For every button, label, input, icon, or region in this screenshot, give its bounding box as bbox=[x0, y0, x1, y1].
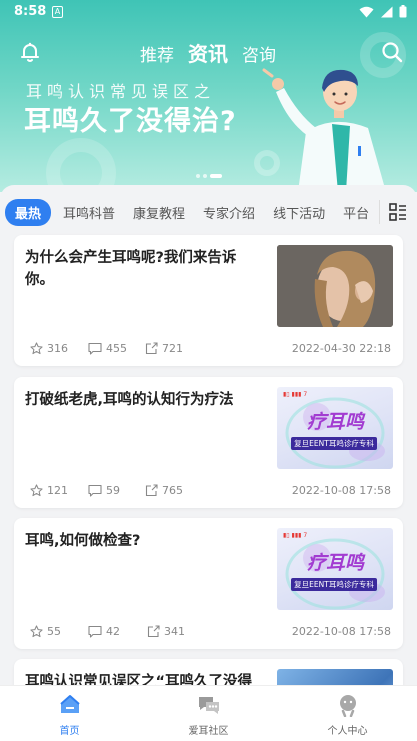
wifi-icon bbox=[359, 6, 374, 17]
category-bar: 最热 耳鸣科普 康复教程 专家介绍 线下活动 平台 bbox=[0, 197, 417, 227]
category-offline-events[interactable]: 线下活动 bbox=[267, 199, 331, 226]
comment-count: 42 bbox=[106, 625, 120, 638]
star-icon bbox=[30, 625, 43, 638]
category-divider bbox=[379, 200, 380, 224]
article-thumbnail: ▮▯ ▮▮▮ 7 疗耳鸣 复旦EENT耳鸣诊疗专科 bbox=[277, 387, 393, 469]
battery-icon bbox=[399, 5, 407, 18]
like-count: 121 bbox=[47, 484, 68, 497]
promo-title: 疗耳鸣 bbox=[307, 411, 365, 433]
article-title: 打破纸老虎,耳鸣的认知行为疗法 bbox=[25, 392, 234, 408]
share-count: 765 bbox=[162, 484, 183, 497]
bell-icon[interactable] bbox=[18, 40, 42, 64]
like-stat[interactable]: 55 bbox=[30, 625, 61, 638]
like-stat[interactable]: 121 bbox=[30, 484, 68, 497]
article-date: 2022-04-30 22:18 bbox=[291, 342, 391, 355]
profile-icon bbox=[339, 695, 356, 717]
pager-dot bbox=[196, 174, 200, 178]
top-tabs: 推荐 资讯 咨询 bbox=[140, 38, 276, 67]
grid-list-icon[interactable] bbox=[389, 203, 407, 221]
article-stats: 121 59 765 bbox=[30, 484, 183, 497]
comment-icon bbox=[88, 342, 102, 355]
doctor-illustration bbox=[262, 68, 386, 192]
promo-title: 疗耳鸣 bbox=[307, 552, 365, 574]
category-platform[interactable]: 平台 bbox=[337, 199, 375, 226]
tab-recommend[interactable]: 推荐 bbox=[140, 41, 174, 66]
comment-stat[interactable]: 42 bbox=[88, 625, 120, 638]
promo-logo: ▮▯ ▮▮▮ 7 bbox=[283, 391, 308, 398]
category-rehab-tutorial[interactable]: 康复教程 bbox=[127, 199, 191, 226]
promo-band: 复旦EENT耳鸣诊疗专科 bbox=[291, 437, 377, 450]
share-stat[interactable]: 341 bbox=[147, 625, 185, 638]
status-time: 8:58 bbox=[14, 4, 47, 19]
banner-headline: 耳鸣久了没得治? bbox=[24, 106, 237, 137]
comment-stat[interactable]: 59 bbox=[88, 484, 120, 497]
tab-news[interactable]: 资讯 bbox=[188, 38, 228, 67]
share-stat[interactable]: 721 bbox=[145, 342, 183, 355]
bottom-tab-bar: 首页 爱耳社区 个人中心 bbox=[0, 685, 417, 741]
star-icon bbox=[30, 342, 43, 355]
sim-card-icon: A bbox=[52, 6, 63, 18]
tab-community[interactable]: 爱耳社区 bbox=[139, 686, 278, 741]
status-bar: 8:58 A bbox=[0, 0, 417, 24]
comment-icon bbox=[88, 625, 102, 638]
search-icon[interactable] bbox=[380, 40, 404, 64]
tab-community-label: 爱耳社区 bbox=[188, 726, 229, 737]
woman-ear-photo bbox=[277, 245, 393, 327]
news-content: 最热 耳鸣科普 康复教程 专家介绍 线下活动 平台 为什么会产生耳鸣呢?我们来告… bbox=[0, 185, 417, 695]
article-card[interactable]: 为什么会产生耳鸣呢?我们来告诉你。 316 455 721 2022-04-30… bbox=[14, 235, 403, 366]
comment-icon bbox=[88, 484, 102, 497]
article-date: 2022-10-08 17:58 bbox=[291, 625, 391, 638]
banner-pager bbox=[196, 174, 222, 178]
share-icon bbox=[145, 342, 158, 355]
comment-stat[interactable]: 455 bbox=[88, 342, 127, 355]
signal-icon bbox=[381, 6, 393, 17]
decor-ring bbox=[46, 138, 116, 192]
like-count: 55 bbox=[47, 625, 61, 638]
category-list: 最热 耳鸣科普 康复教程 专家介绍 线下活动 平台 bbox=[5, 197, 378, 227]
pager-dot-active bbox=[210, 174, 222, 178]
home-icon bbox=[59, 695, 80, 713]
category-hot[interactable]: 最热 bbox=[5, 198, 52, 226]
article-stats: 55 42 341 bbox=[30, 625, 185, 638]
tab-home[interactable]: 首页 bbox=[0, 686, 139, 741]
article-date: 2022-10-08 17:58 bbox=[291, 484, 391, 497]
star-icon bbox=[30, 484, 43, 497]
article-card[interactable]: 打破纸老虎,耳鸣的认知行为疗法 ▮▯ ▮▮▮ 7 疗耳鸣 复旦EENT耳鸣诊疗专… bbox=[14, 377, 403, 508]
tab-home-label: 首页 bbox=[59, 726, 80, 737]
share-icon bbox=[145, 484, 158, 497]
share-icon bbox=[147, 625, 160, 638]
comment-count: 59 bbox=[106, 484, 120, 497]
share-count: 341 bbox=[164, 625, 185, 638]
tab-profile[interactable]: 个人中心 bbox=[278, 686, 417, 741]
tab-profile-label: 个人中心 bbox=[327, 726, 368, 737]
promo-logo: ▮▯ ▮▮▮ 7 bbox=[283, 532, 308, 539]
share-count: 721 bbox=[162, 342, 183, 355]
category-tinnitus-science[interactable]: 耳鸣科普 bbox=[57, 199, 121, 226]
like-stat[interactable]: 316 bbox=[30, 342, 68, 355]
like-count: 316 bbox=[47, 342, 68, 355]
article-title: 耳鸣,如何做检查? bbox=[25, 533, 141, 549]
community-chat-icon bbox=[198, 697, 219, 714]
news-banner[interactable]: 8:58 A 推荐 资讯 咨询 耳鸣认识常见误区之 耳鸣久了没得治? bbox=[0, 0, 417, 192]
comment-count: 455 bbox=[106, 342, 127, 355]
article-thumbnail: ▮▯ ▮▮▮ 7 疗耳鸣 复旦EENT耳鸣诊疗专科 bbox=[277, 528, 393, 610]
article-card[interactable]: 耳鸣,如何做检查? ▮▯ ▮▮▮ 7 疗耳鸣 复旦EENT耳鸣诊疗专科 55 4… bbox=[14, 518, 403, 649]
article-title: 为什么会产生耳鸣呢?我们来告诉你。 bbox=[25, 250, 237, 288]
pager-dot bbox=[203, 174, 207, 178]
article-stats: 316 455 721 bbox=[30, 342, 183, 355]
promo-band: 复旦EENT耳鸣诊疗专科 bbox=[291, 578, 377, 591]
share-stat[interactable]: 765 bbox=[145, 484, 183, 497]
article-thumbnail bbox=[277, 245, 393, 327]
category-experts[interactable]: 专家介绍 bbox=[197, 199, 261, 226]
